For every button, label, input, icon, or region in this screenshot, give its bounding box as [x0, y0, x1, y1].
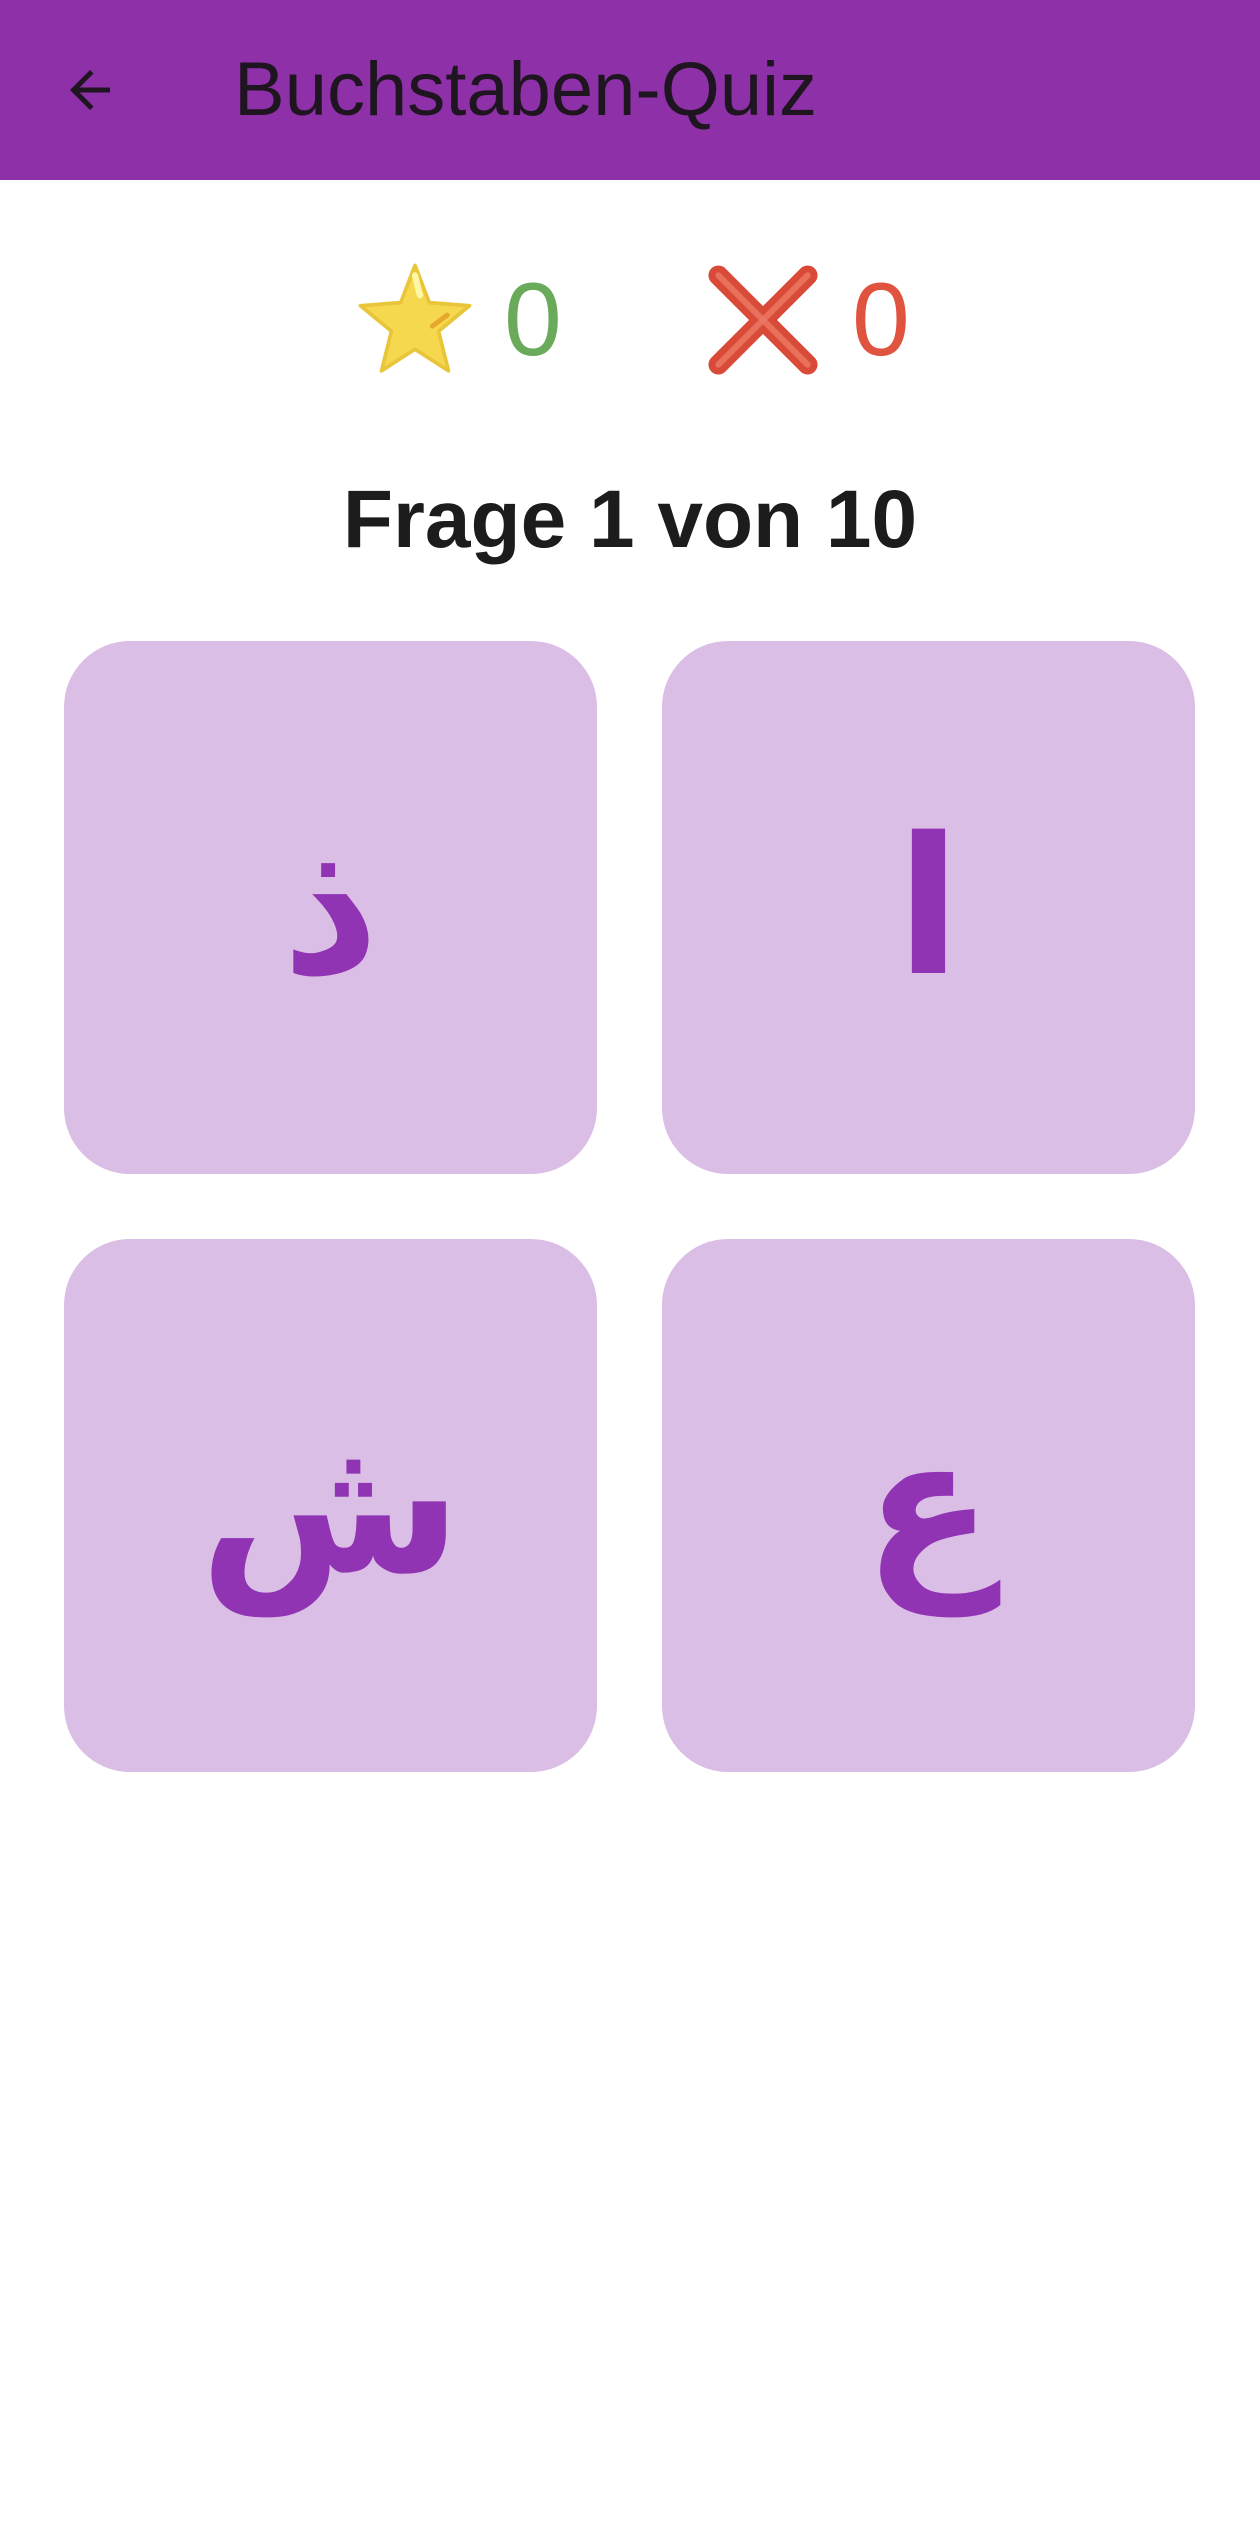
wrong-count: 0: [852, 262, 910, 378]
option-letter: ش: [199, 1394, 462, 1616]
wrong-score: 0: [698, 250, 910, 390]
answer-option-3[interactable]: ش: [64, 1239, 597, 1772]
option-letter: ع: [863, 1394, 994, 1616]
correct-count: 0: [504, 262, 562, 378]
score-row: 0 0: [0, 250, 1260, 390]
star-icon: [350, 255, 480, 385]
answer-option-4[interactable]: ع: [662, 1239, 1195, 1772]
question-progress: Frage 1 von 10: [342, 474, 918, 565]
arrow-left-icon: [70, 70, 110, 110]
option-letter: ذ: [281, 796, 380, 1018]
correct-score: 0: [350, 250, 562, 390]
cross-icon: [698, 255, 828, 385]
app-bar: Buchstaben-Quiz: [0, 0, 1260, 180]
answer-option-1[interactable]: ذ: [64, 641, 597, 1174]
back-button[interactable]: [40, 40, 140, 140]
answer-option-2[interactable]: ا: [662, 641, 1195, 1174]
option-letter: ا: [895, 796, 962, 1018]
page-title: Buchstaben-Quiz: [234, 47, 817, 132]
